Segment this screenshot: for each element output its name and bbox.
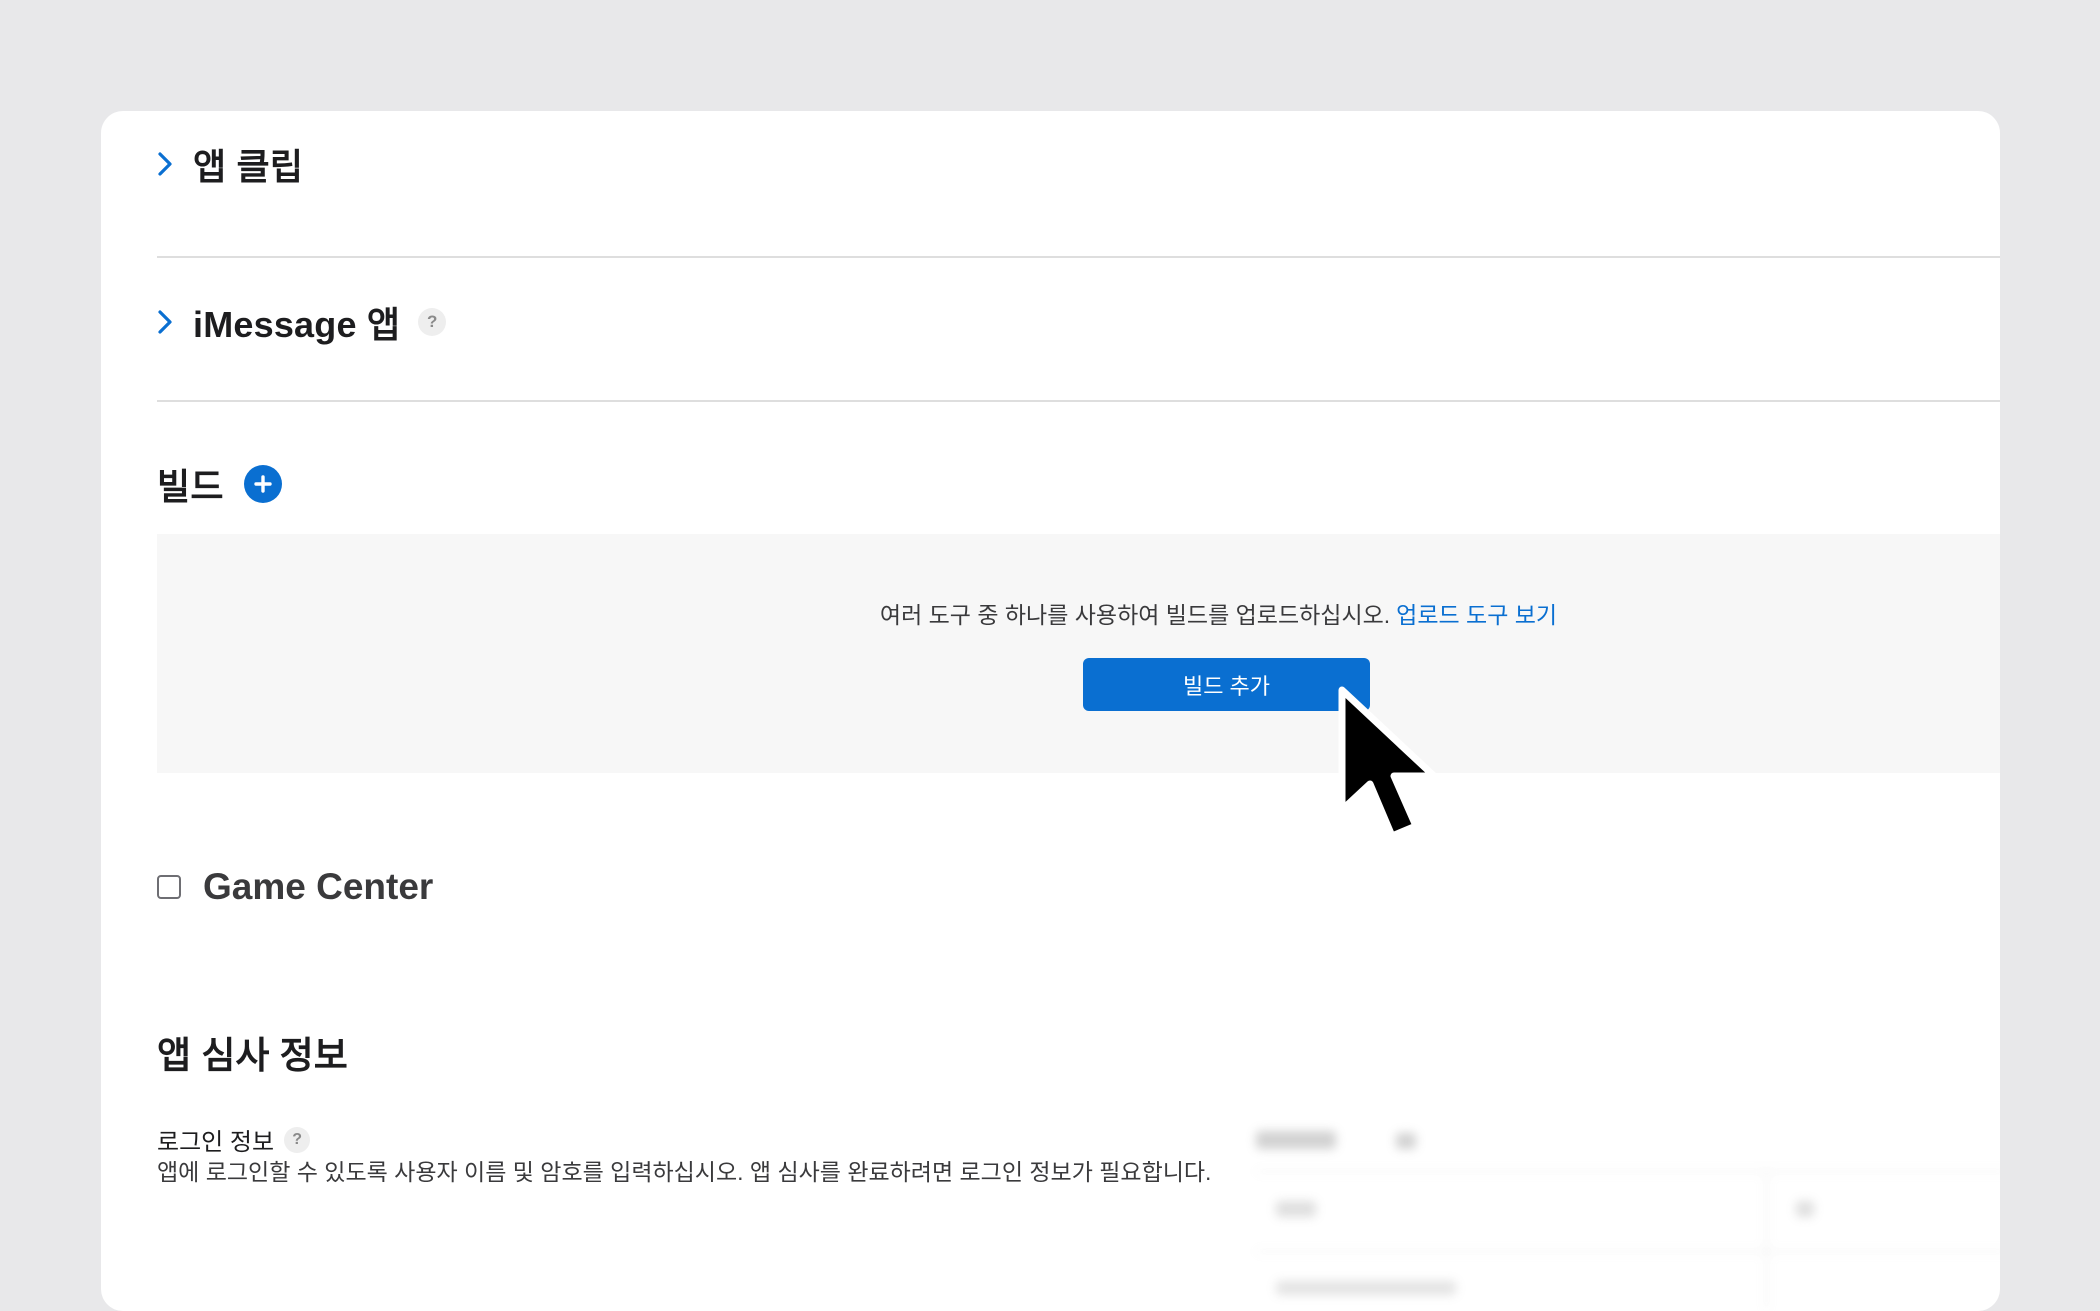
plus-circle-icon[interactable] xyxy=(243,465,282,503)
game-center-checkbox[interactable] xyxy=(157,875,181,899)
imessage-toggle[interactable]: iMessage 앱 ? xyxy=(157,292,2000,352)
game-center-label[interactable]: Game Center xyxy=(203,866,433,908)
app-clip-section: 앱 클립 xyxy=(157,134,2000,194)
app-review-title: 앱 심사 정보 xyxy=(157,1035,348,1076)
imessage-title: iMessage 앱 xyxy=(193,304,401,345)
divider xyxy=(157,400,2000,402)
question-mark-icon[interactable]: ? xyxy=(284,1126,311,1153)
login-info-label-row: 로그인 정보 ? xyxy=(157,1122,311,1157)
content-card: 앱 클립 iMessage 앱 ? 빌드 여러 도구 중 하나를 사용하여 빌드… xyxy=(101,111,2000,1311)
build-upload-panel: 여러 도구 중 하나를 사용하여 빌드를 업로드하십시오. 업로드 도구 보기 빌… xyxy=(157,534,2000,773)
build-upload-message: 여러 도구 중 하나를 사용하여 빌드를 업로드하십시오. 업로드 도구 보기 xyxy=(157,596,2000,630)
add-build-button[interactable]: 빌드 추가 xyxy=(1083,658,1370,711)
blurred-form-area xyxy=(1256,1111,2000,1311)
game-center-row: Game Center xyxy=(157,866,433,908)
builds-title: 빌드 xyxy=(157,466,224,507)
login-info-label: 로그인 정보 xyxy=(157,1129,275,1156)
upload-tools-link[interactable]: 업로드 도구 보기 xyxy=(1396,602,1557,628)
chevron-right-icon xyxy=(157,292,183,352)
app-clip-toggle[interactable]: 앱 클립 xyxy=(157,134,2000,194)
mouse-pointer-icon xyxy=(1330,680,1450,860)
imessage-section: iMessage 앱 ? xyxy=(157,292,2000,352)
question-mark-icon[interactable]: ? xyxy=(418,308,447,336)
builds-section: 빌드 xyxy=(157,454,2000,514)
divider xyxy=(157,256,2000,258)
login-info-description: 앱에 로그인할 수 있도록 사용자 이름 및 암호를 입력하십시오. 앱 심사를… xyxy=(157,1159,1212,1185)
chevron-right-icon xyxy=(157,134,183,194)
build-message-text: 여러 도구 중 하나를 사용하여 빌드를 업로드하십시오. xyxy=(879,602,1391,628)
app-clip-title: 앱 클립 xyxy=(193,146,304,187)
